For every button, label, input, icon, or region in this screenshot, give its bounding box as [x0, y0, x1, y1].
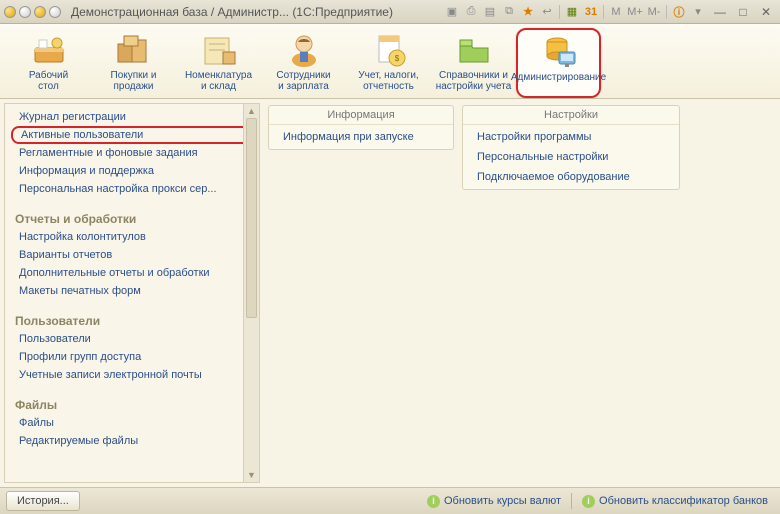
sb-active-users[interactable]: Активные пользователи: [11, 126, 253, 144]
tool-sales-icon: [114, 30, 154, 68]
sys-icon-more[interactable]: [49, 6, 61, 18]
ps-personal[interactable]: Персональные настройки: [463, 147, 679, 167]
info-icon: i: [582, 495, 595, 508]
ps-program[interactable]: Настройки программы: [463, 127, 679, 147]
tool-sales[interactable]: Покупки ипродажи: [91, 28, 176, 98]
tool-label: Рабочийстол: [29, 70, 68, 92]
tool-label: Учет, налоги,отчетность: [358, 70, 418, 92]
tb-history-icon[interactable]: ↩: [538, 4, 556, 20]
tb-copy-icon[interactable]: ⧉: [500, 4, 518, 20]
scroll-down-icon[interactable]: ▼: [244, 468, 259, 482]
ps-hardware[interactable]: Подключаемое оборудование: [463, 167, 679, 187]
tool-dirs[interactable]: Справочники инастройки учета: [431, 28, 516, 98]
window-minimize[interactable]: —: [710, 4, 730, 20]
sidebar-group-title: Отчеты и обработки: [5, 198, 259, 228]
window-maximize[interactable]: □: [733, 4, 753, 20]
scroll-thumb[interactable]: [246, 118, 257, 318]
tool-desktop[interactable]: Рабочийстол: [6, 28, 91, 98]
tool-dirs-icon: [454, 30, 494, 68]
status-link-label: Обновить классификатор банков: [599, 495, 768, 507]
tb-doc-icon[interactable]: ▤: [481, 4, 499, 20]
sb-proxy[interactable]: Персональная настройка прокси сер...: [5, 180, 259, 198]
sb-support[interactable]: Информация и поддержка: [5, 162, 259, 180]
panel-settings-header: Настройки: [463, 106, 679, 125]
sidebar-group-title: Файлы: [5, 384, 259, 414]
tb-mplus-icon[interactable]: M+: [626, 4, 644, 20]
window-close[interactable]: ✕: [756, 4, 776, 20]
tb-m-icon[interactable]: M: [607, 4, 625, 20]
sb-extra-reports[interactable]: Дополнительные отчеты и обработки: [5, 264, 259, 282]
sidebar-scrollbar[interactable]: ▲ ▼: [243, 104, 259, 482]
panel-info-header: Информация: [269, 106, 453, 125]
sb-headers[interactable]: Настройка колонтитулов: [5, 228, 259, 246]
status-link-label: Обновить курсы валют: [444, 495, 561, 507]
tool-staff[interactable]: Сотрудникии зарплата: [261, 28, 346, 98]
tool-staff-icon: [284, 30, 324, 68]
content-area: Информация Информация при запуске Настро…: [260, 99, 780, 487]
scroll-up-icon[interactable]: ▲: [244, 104, 259, 118]
main-area: Журнал регистрацииАктивные пользователиР…: [0, 99, 780, 487]
sb-access-profiles[interactable]: Профили групп доступа: [5, 348, 259, 366]
separator: [559, 5, 560, 19]
tool-label: Справочники инастройки учета: [436, 70, 512, 92]
svg-text:$: $: [394, 54, 399, 63]
tb-info-dd-icon[interactable]: ▾: [689, 4, 707, 20]
statusbar: История... i Обновить курсы валют i Обно…: [0, 487, 780, 514]
sb-edited-files[interactable]: Редактируемые файлы: [5, 432, 259, 450]
tb-info-icon[interactable]: ⓘ: [670, 4, 688, 20]
titlebar: Демонстрационная база / Администр... (1С…: [0, 0, 780, 24]
tb-calc-icon[interactable]: ▦: [563, 4, 581, 20]
tb-print-icon[interactable]: ⎙: [462, 4, 480, 20]
sb-email[interactable]: Учетные записи электронной почты: [5, 366, 259, 384]
pi-startup-info[interactable]: Информация при запуске: [269, 127, 453, 147]
tb-calendar-icon[interactable]: 31: [582, 4, 600, 20]
sb-print-forms[interactable]: Макеты печатных форм: [5, 282, 259, 300]
tool-admin[interactable]: Администрирование: [516, 28, 601, 98]
history-button[interactable]: История...: [6, 491, 80, 511]
window-title: Демонстрационная база / Администр... (1С…: [61, 5, 443, 19]
tool-stock[interactable]: Номенклатураи склад: [176, 28, 261, 98]
tool-label: Администрирование: [511, 72, 606, 83]
panel-info: Информация Информация при запуске: [268, 105, 454, 150]
status-update-rates[interactable]: i Обновить курсы валют: [421, 495, 567, 508]
tb-mminus-icon[interactable]: M-: [645, 4, 663, 20]
separator: [603, 5, 604, 19]
tb-save-icon[interactable]: ▣: [443, 4, 461, 20]
sidebar: Журнал регистрацииАктивные пользователиР…: [4, 103, 260, 483]
tool-tax-icon: $: [369, 30, 409, 68]
main-toolbar: Рабочийстол Покупки ипродажи Номенклатураи…: [0, 24, 780, 99]
sb-reports[interactable]: Варианты отчетов: [5, 246, 259, 264]
separator: [571, 493, 572, 509]
sb-scheduled[interactable]: Регламентные и фоновые задания: [5, 144, 259, 162]
tb-favorite-icon[interactable]: ★: [519, 4, 537, 20]
tool-label: Сотрудникии зарплата: [276, 70, 330, 92]
sys-icon-dropdown[interactable]: [19, 6, 31, 18]
tool-label: Номенклатураи склад: [185, 70, 252, 92]
tool-stock-icon: [199, 30, 239, 68]
info-icon: i: [427, 495, 440, 508]
sb-files[interactable]: Файлы: [5, 414, 259, 432]
tool-admin-icon: [539, 32, 579, 70]
tool-desktop-icon: [29, 30, 69, 68]
sb-journal[interactable]: Журнал регистрации: [5, 108, 259, 126]
sys-icon-star[interactable]: [34, 6, 46, 18]
sidebar-group-title: Пользователи: [5, 300, 259, 330]
tool-label: Покупки ипродажи: [111, 70, 157, 92]
status-update-banks[interactable]: i Обновить классификатор банков: [576, 495, 774, 508]
panel-settings: Настройки Настройки программыПерсональны…: [462, 105, 680, 190]
tool-tax[interactable]: $ Учет, налоги,отчетность: [346, 28, 431, 98]
sys-icon-1c: [4, 6, 16, 18]
separator: [666, 5, 667, 19]
sb-users[interactable]: Пользователи: [5, 330, 259, 348]
